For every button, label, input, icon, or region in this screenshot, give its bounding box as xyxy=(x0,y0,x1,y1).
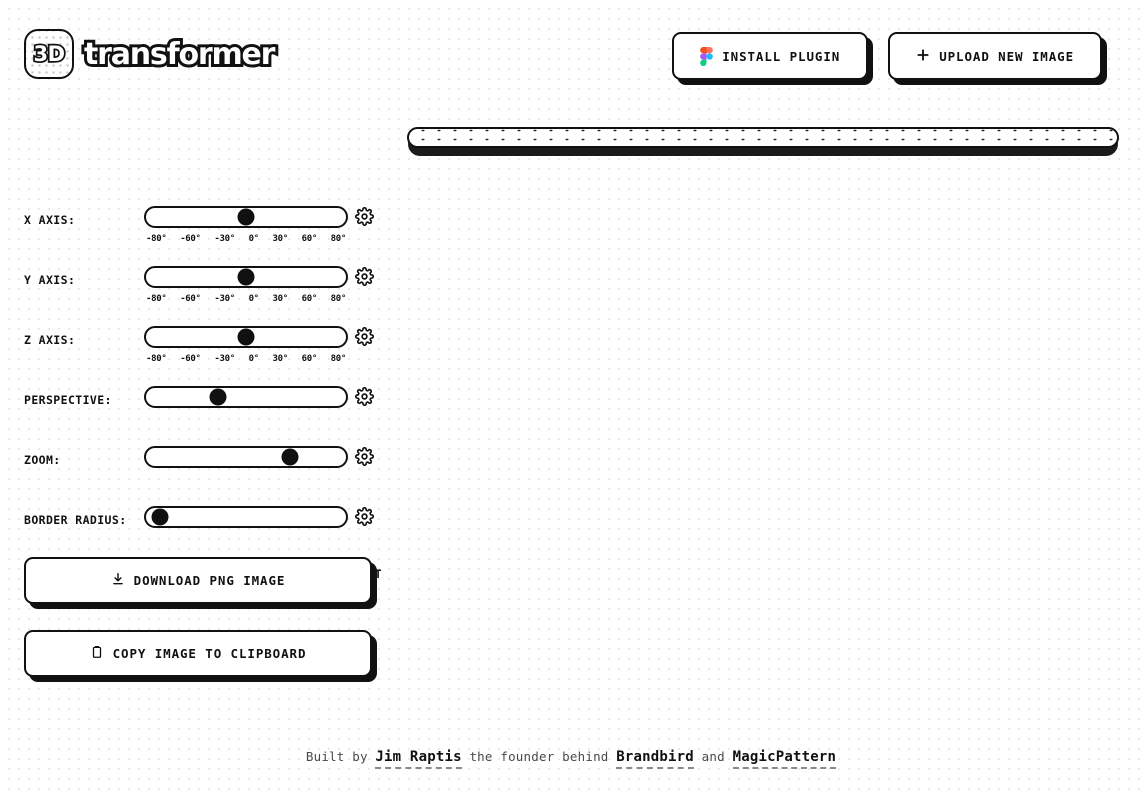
figma-icon xyxy=(700,46,714,66)
control-row-y-axis: Y AXIS: -80° -60° -30° 0° 30° 60° 80° xyxy=(0,256,400,316)
slider-thumb-x-axis[interactable] xyxy=(237,208,255,226)
download-icon xyxy=(111,572,125,589)
download-png-button[interactable]: DOWNLOAD PNG IMAGE xyxy=(24,557,372,604)
ticks-z-axis: -80° -60° -30° 0° 30° 60° 80° xyxy=(144,354,348,364)
slider-border-radius[interactable] xyxy=(144,506,348,528)
ticks-x-axis: -80° -60° -30° 0° 30° 60° 80° xyxy=(144,234,348,244)
slider-x-axis[interactable] xyxy=(144,206,348,228)
tick-label: -80° xyxy=(146,354,167,364)
tick-label: 0° xyxy=(248,234,260,244)
gear-icon-zoom[interactable] xyxy=(355,447,374,466)
copy-to-clipboard-label: COPY IMAGE TO CLIPBOARD xyxy=(112,646,307,661)
tick-label: 60° xyxy=(301,354,318,364)
upload-new-image-label: UPLOAD NEW IMAGE xyxy=(939,48,1074,64)
control-label-y-axis: Y AXIS: xyxy=(24,273,76,287)
install-plugin-button[interactable]: INSTALL PLUGIN xyxy=(672,32,869,80)
slider-y-axis[interactable] xyxy=(144,266,348,288)
install-plugin-label: INSTALL PLUGIN xyxy=(722,48,841,64)
tick-label: 30° xyxy=(272,354,289,364)
tick-label: -60° xyxy=(180,234,201,244)
footer-conjunction: and xyxy=(701,749,725,764)
control-row-z-axis: Z AXIS: -80° -60° -30° 0° 30° 60° 80° xyxy=(0,316,400,376)
footer-prefix: Built by xyxy=(305,749,368,764)
gear-icon-x-axis[interactable] xyxy=(355,207,374,226)
copy-to-clipboard-button[interactable]: COPY IMAGE TO CLIPBOARD xyxy=(24,630,372,677)
control-label-x-axis: X AXIS: xyxy=(24,213,76,227)
tick-label: -80° xyxy=(146,234,167,244)
header-actions: INSTALL PLUGIN UPLOAD NEW IMAGE xyxy=(672,32,1102,80)
tick-label: -30° xyxy=(214,354,235,364)
tick-label: 80° xyxy=(330,294,347,304)
control-row-zoom: ZOOM: xyxy=(0,436,400,496)
transformed-image-preview[interactable] xyxy=(407,127,1119,148)
control-label-z-axis: Z AXIS: xyxy=(24,333,76,347)
footer: Built by Jim Raptis the founder behind B… xyxy=(0,749,1142,769)
slider-thumb-border-radius[interactable] xyxy=(151,508,169,526)
tick-label: 30° xyxy=(272,294,289,304)
logo-badge-icon: 3D xyxy=(24,29,74,79)
footer-link-author[interactable]: Jim Raptis xyxy=(375,749,462,769)
control-label-border-radius: BORDER RADIUS: xyxy=(24,513,127,527)
upload-new-image-button[interactable]: UPLOAD NEW IMAGE xyxy=(888,32,1102,80)
app-header: 3D transformer INSTALL PLUGIN UPLOAD NEW… xyxy=(0,0,1142,112)
slider-thumb-z-axis[interactable] xyxy=(237,328,255,346)
slider-zoom[interactable] xyxy=(144,446,348,468)
tick-label: -30° xyxy=(214,234,235,244)
slider-perspective[interactable] xyxy=(144,386,348,408)
tick-label: -30° xyxy=(214,294,235,304)
gear-icon-y-axis[interactable] xyxy=(355,267,374,286)
control-label-perspective: PERSPECTIVE: xyxy=(24,393,112,407)
tick-label: 80° xyxy=(330,234,347,244)
control-label-zoom: ZOOM: xyxy=(24,453,61,467)
gear-icon-perspective[interactable] xyxy=(355,387,374,406)
tick-label: 0° xyxy=(248,354,260,364)
slider-thumb-perspective[interactable] xyxy=(209,388,227,406)
app-logo: 3D transformer xyxy=(24,29,278,79)
clipboard-icon xyxy=(90,645,104,662)
slider-thumb-y-axis[interactable] xyxy=(237,268,255,286)
footer-middle: the founder behind xyxy=(469,749,609,764)
footer-link-brandbird[interactable]: Brandbird xyxy=(616,749,694,769)
footer-link-magicpattern[interactable]: MagicPattern xyxy=(732,749,837,769)
tick-label: -60° xyxy=(180,354,201,364)
tick-label: 0° xyxy=(248,294,260,304)
tick-label: 80° xyxy=(330,354,347,364)
tick-label: 30° xyxy=(272,234,289,244)
image-preview-stage[interactable] xyxy=(395,110,1135,170)
tick-label: -60° xyxy=(180,294,201,304)
controls-panel: X AXIS: -80° -60° -30° 0° 30° 60° 80° Y … xyxy=(0,196,400,590)
tick-label: -80° xyxy=(146,294,167,304)
slider-z-axis[interactable] xyxy=(144,326,348,348)
control-row-x-axis: X AXIS: -80° -60° -30° 0° 30° 60° 80° xyxy=(0,196,400,256)
gear-icon-z-axis[interactable] xyxy=(355,327,374,346)
slider-thumb-zoom[interactable] xyxy=(281,448,299,466)
tick-label: 60° xyxy=(301,294,318,304)
logo-badge-label: 3D xyxy=(32,41,67,66)
logo-wordmark: transformer xyxy=(81,37,278,73)
ticks-y-axis: -80° -60° -30° 0° 30° 60° 80° xyxy=(144,294,348,304)
gear-icon-border-radius[interactable] xyxy=(355,507,374,526)
control-row-perspective: PERSPECTIVE: xyxy=(0,376,400,436)
tick-label: 60° xyxy=(301,234,318,244)
control-row-border-radius: BORDER RADIUS: xyxy=(0,496,400,556)
plus-icon xyxy=(916,48,930,65)
action-buttons: DOWNLOAD PNG IMAGE COPY IMAGE TO CLIPBOA… xyxy=(24,557,372,677)
download-png-label: DOWNLOAD PNG IMAGE xyxy=(133,573,286,588)
